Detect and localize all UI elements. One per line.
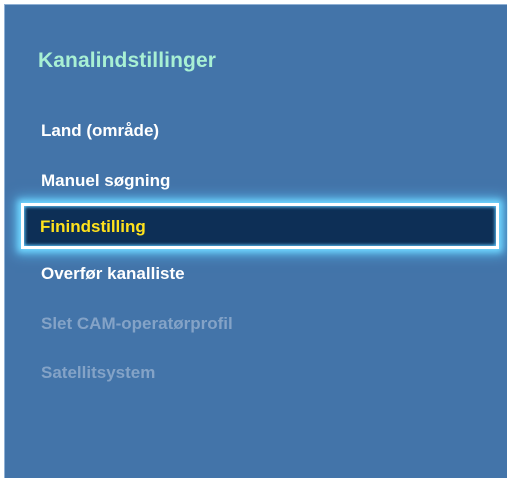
menu-item-finindstilling[interactable]: Finindstilling [21, 203, 499, 249]
menu-item-manuel-soegning[interactable]: Manuel søgning [41, 171, 170, 191]
menu-item-overfoer-kanalliste[interactable]: Overfør kanalliste [41, 264, 185, 284]
menu-item-satellitsystem: Satellitsystem [41, 363, 156, 382]
settings-menu: Land (område) Manuel søgning Finindstill… [5, 5, 507, 478]
menu-item-slet-cam-operatoerprofil: Slet CAM-operatørprofil [41, 314, 233, 333]
menu-item-land-omraade[interactable]: Land (område) [41, 121, 159, 141]
menu-item-label-selected: Finindstilling [40, 217, 146, 236]
channel-settings-panel: Kanalindstillinger Land (område) Manuel … [4, 4, 507, 478]
